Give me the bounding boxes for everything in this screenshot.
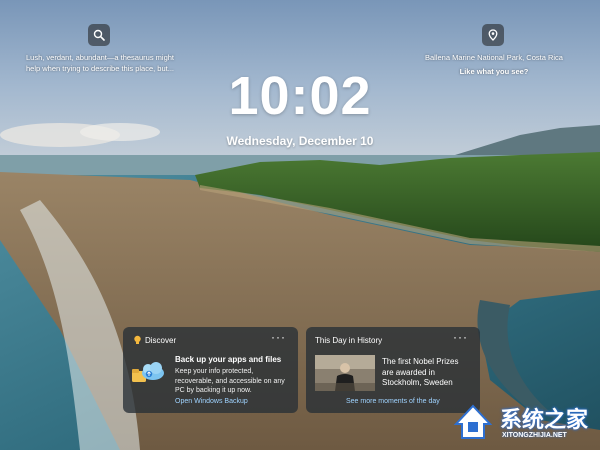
lock-screen-date: Wednesday, December 10 (226, 134, 374, 148)
discover-card[interactable]: Discover ··· Back up your apps and files… (123, 327, 298, 413)
location-text: Ballena Marine National Park, Costa Rica (425, 53, 563, 62)
watermark-logo-text: 系统之家 (500, 407, 589, 432)
lock-screen-clock: 10:02 (228, 66, 372, 126)
discover-body: Keep your info protected, recoverable, a… (175, 368, 285, 394)
location-pin-icon (488, 29, 498, 41)
search-icon (93, 29, 105, 41)
history-card-title: This Day in History (315, 336, 383, 345)
lightbulb-icon (134, 335, 141, 344)
discover-more-button[interactable]: ··· (271, 330, 286, 344)
watermark-url: XITONGZHIJIA.NET (502, 432, 567, 439)
search-tip-button[interactable] (88, 24, 110, 46)
see-more-moments-link[interactable]: See more moments of the day (346, 398, 440, 405)
open-windows-backup-link[interactable]: Open Windows Backup (175, 398, 248, 405)
site-watermark: 系统之家 XITONGZHIJIA.NET (450, 400, 600, 450)
discover-card-title: Discover (145, 336, 177, 345)
history-heading: The first Nobel Prizes are awarded in St… (382, 357, 459, 387)
watermark-logo-icon (453, 404, 493, 439)
location-tip-button[interactable] (482, 24, 504, 46)
backup-cloud-icon (132, 362, 164, 382)
discover-heading: Back up your apps and files (175, 355, 282, 364)
history-more-button[interactable]: ··· (453, 330, 468, 344)
history-photo (315, 355, 375, 391)
